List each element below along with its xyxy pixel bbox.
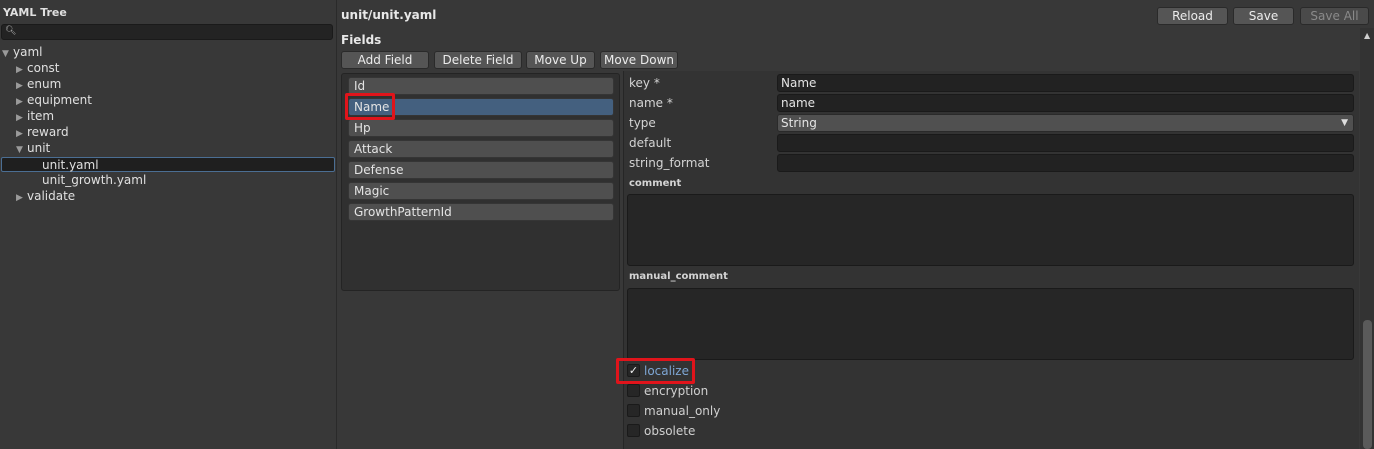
default-label: default <box>629 136 672 150</box>
manual-comment-textarea[interactable] <box>627 288 1354 360</box>
field-item-attack[interactable]: Attack <box>348 140 614 158</box>
save-button[interactable]: Save <box>1233 7 1294 25</box>
tree-node-reward[interactable]: ▶ reward <box>16 125 69 140</box>
type-select-value: String <box>781 116 817 130</box>
delete-field-button[interactable]: Delete Field <box>434 51 522 69</box>
localize-label: localize <box>644 364 689 378</box>
tree-node-validate[interactable]: ▶ validate <box>16 189 75 204</box>
key-label: key * <box>629 76 660 90</box>
move-up-button[interactable]: Move Up <box>526 51 595 69</box>
expand-arrow-icon[interactable]: ▼ <box>16 143 27 158</box>
string-format-label: string_format <box>629 156 710 170</box>
file-path-title: unit/unit.yaml <box>341 8 437 22</box>
encryption-checkbox-row[interactable]: encryption <box>627 384 708 400</box>
name-input[interactable]: name <box>777 94 1354 112</box>
type-select[interactable]: String ▼ <box>777 114 1354 132</box>
obsolete-checkbox-row[interactable]: obsolete <box>627 424 695 440</box>
yaml-tree-panel: YAML Tree 🔍︎ ▼ yaml ▶ const ▶ enum ▶ equipme… <box>0 0 337 449</box>
obsolete-label: obsolete <box>644 424 696 438</box>
move-down-button[interactable]: Move Down <box>600 51 678 69</box>
field-item-growthpatternid[interactable]: GrowthPatternId <box>348 203 614 221</box>
fields-title: Fields <box>341 33 382 47</box>
scrollbar-thumb[interactable] <box>1363 320 1372 449</box>
name-label: name * <box>629 96 673 110</box>
tree-title: YAML Tree <box>3 6 67 19</box>
field-item-id[interactable]: Id <box>348 77 614 95</box>
obsolete-checkbox[interactable] <box>627 424 640 437</box>
localize-checkbox[interactable]: ✓ <box>627 364 640 377</box>
tree-node-unit-growth-yaml[interactable]: unit_growth.yaml <box>42 173 146 188</box>
comment-label: comment <box>629 178 682 189</box>
collapse-arrow-icon[interactable]: ▶ <box>16 111 27 126</box>
collapse-arrow-icon[interactable]: ▶ <box>16 95 27 110</box>
tree-node-item[interactable]: ▶ item <box>16 109 54 124</box>
encryption-checkbox[interactable] <box>627 384 640 397</box>
tree-node-unit-yaml[interactable]: unit.yaml <box>1 157 335 172</box>
manual-only-checkbox-row[interactable]: manual_only <box>627 404 720 420</box>
tree-node-enum[interactable]: ▶ enum <box>16 77 61 92</box>
type-label: type <box>629 116 656 130</box>
field-list: Id Name Hp Attack Defense Magic GrowthPa… <box>341 73 620 291</box>
field-item-name[interactable]: Name <box>348 98 614 116</box>
reload-button[interactable]: Reload <box>1157 7 1228 25</box>
collapse-arrow-icon[interactable]: ▶ <box>16 63 27 78</box>
tree-search-input[interactable] <box>16 25 330 39</box>
comment-textarea[interactable] <box>627 194 1354 266</box>
field-item-hp[interactable]: Hp <box>348 119 614 137</box>
tree-node-yaml[interactable]: ▼ yaml <box>2 45 42 60</box>
manual-only-label: manual_only <box>644 404 721 418</box>
search-icon: 🔍︎ <box>5 26 17 36</box>
collapse-arrow-icon[interactable]: ▶ <box>16 191 27 206</box>
collapse-arrow-icon[interactable]: ▶ <box>16 79 27 94</box>
tree-node-unit[interactable]: ▼ unit <box>16 141 50 156</box>
expand-arrow-icon[interactable]: ▼ <box>2 47 13 62</box>
collapse-arrow-icon[interactable]: ▶ <box>16 127 27 142</box>
localize-checkbox-row[interactable]: ✓ localize <box>627 364 689 380</box>
save-all-button[interactable]: Save All <box>1300 7 1369 25</box>
tree-search-box[interactable]: 🔍︎ <box>1 24 333 40</box>
default-input[interactable] <box>777 134 1354 152</box>
tree-node-const[interactable]: ▶ const <box>16 61 60 76</box>
tree-node-equipment[interactable]: ▶ equipment <box>16 93 92 108</box>
encryption-label: encryption <box>644 384 709 398</box>
manual-only-checkbox[interactable] <box>627 404 640 417</box>
manual-comment-label: manual_comment <box>629 271 728 282</box>
string-format-input[interactable] <box>777 154 1354 172</box>
chevron-down-icon: ▼ <box>1341 118 1348 128</box>
key-input[interactable]: Name <box>777 74 1354 92</box>
add-field-button[interactable]: Add Field <box>341 51 429 69</box>
field-item-magic[interactable]: Magic <box>348 182 614 200</box>
scroll-up-icon[interactable]: ▲ <box>1364 31 1370 40</box>
field-item-defense[interactable]: Defense <box>348 161 614 179</box>
